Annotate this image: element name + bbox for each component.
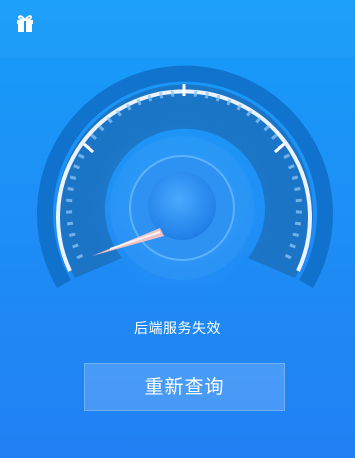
gauge-minor-tick bbox=[289, 243, 296, 249]
gauge-minor-tick bbox=[73, 164, 80, 170]
requery-button[interactable]: 重新查询 bbox=[84, 363, 285, 411]
gauge-minor-tick bbox=[136, 98, 142, 106]
speed-test-window: 后端服务失效 重新查询 bbox=[0, 0, 355, 458]
gauge-minor-tick bbox=[69, 175, 77, 180]
gauge-graphic bbox=[37, 65, 333, 300]
status-message: 后端服务失效 bbox=[134, 321, 221, 337]
gauge-minor-tick bbox=[288, 164, 295, 170]
gauge-minor-tick bbox=[147, 94, 153, 102]
gauge-minor-tick bbox=[193, 90, 198, 97]
gauge-minor-tick bbox=[294, 187, 301, 191]
gauge-minor-tick bbox=[170, 90, 175, 97]
gauge-minor-tick bbox=[292, 232, 300, 237]
gauge-minor-tick bbox=[204, 92, 209, 99]
gauge-minor-tick bbox=[68, 232, 76, 237]
gauge-minor-tick bbox=[294, 221, 302, 226]
gauge-minor-tick bbox=[226, 98, 232, 106]
gauge-minor-tick bbox=[72, 243, 79, 249]
speed-gauge bbox=[0, 58, 355, 308]
top-bar bbox=[0, 0, 355, 58]
gauge-minor-tick bbox=[66, 221, 74, 226]
gauge-minor-tick bbox=[159, 92, 164, 99]
gift-icon[interactable] bbox=[15, 13, 35, 33]
gauge-minor-tick bbox=[67, 187, 74, 191]
gauge-minor-tick bbox=[215, 94, 221, 102]
gauge-minor-tick bbox=[291, 175, 299, 180]
